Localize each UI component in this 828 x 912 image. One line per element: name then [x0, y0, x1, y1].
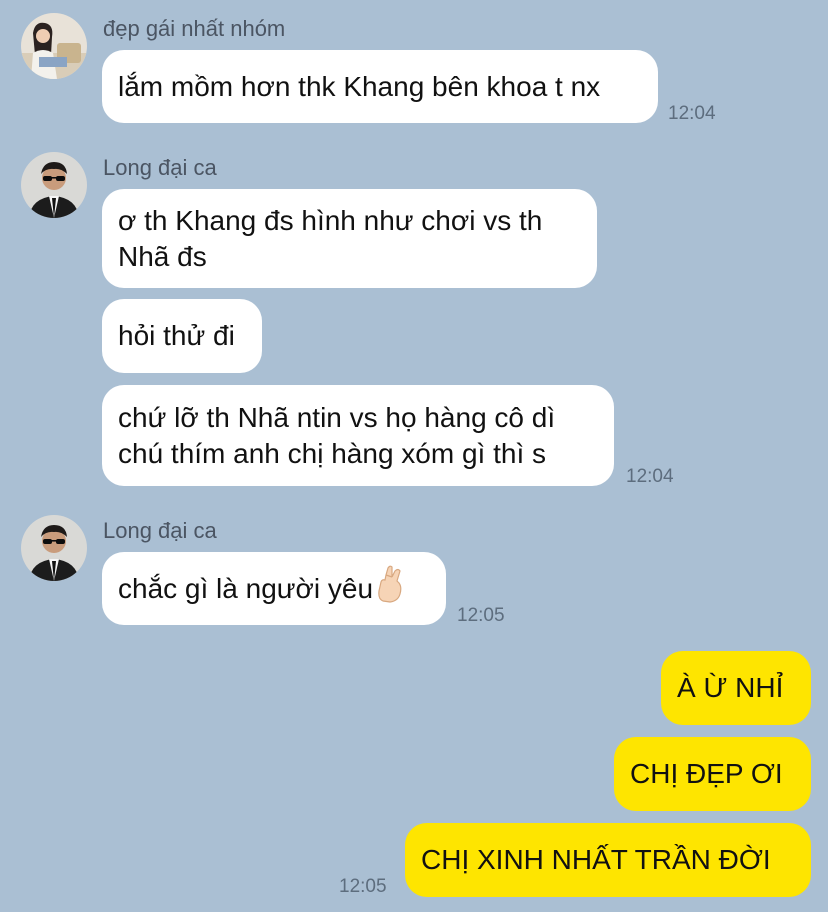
- crossed-fingers-icon: [375, 565, 405, 612]
- sender-name: Long đại ca: [103, 155, 217, 180]
- outgoing-message-bubble[interactable]: À Ừ NHỈ: [661, 651, 811, 725]
- man-sunglasses-avatar-icon: [21, 152, 87, 218]
- message-text: lắm mồm hơn thk Khang bên khoa t nx: [118, 70, 601, 102]
- message-text: chắc gì là người yêu: [118, 572, 374, 604]
- message-timestamp: 12:04: [668, 103, 716, 124]
- outgoing-message-bubble[interactable]: CHỊ XINH NHẤT TRẦN ĐỜI: [405, 823, 811, 897]
- message-timestamp: 12:05: [339, 876, 387, 897]
- sender-avatar-dep-gai[interactable]: [21, 13, 87, 79]
- girl-avatar-icon: [21, 13, 87, 79]
- message-text: CHỊ ĐẸP ƠI: [630, 758, 783, 789]
- message-timestamp: 12:04: [626, 466, 674, 487]
- message-text: À Ừ NHỈ: [677, 672, 784, 703]
- message-text: hỏi thử đi: [118, 320, 235, 351]
- message-timestamp: 12:05: [457, 605, 505, 626]
- message-text: chứ lỡ th Nhã ntin vs họ hàng cô dì chú …: [118, 401, 556, 469]
- outgoing-message-bubble[interactable]: CHỊ ĐẸP ƠI: [614, 737, 811, 811]
- message-text: CHỊ XINH NHẤT TRẦN ĐỜI: [421, 844, 771, 875]
- man-sunglasses-avatar-icon: [21, 515, 87, 581]
- message-bubble[interactable]: chắc gì là người yêu: [102, 552, 446, 625]
- sender-name: đẹp gái nhất nhóm: [103, 16, 286, 41]
- sender-avatar-long[interactable]: [21, 515, 87, 581]
- message-bubble[interactable]: lắm mồm hơn thk Khang bên khoa t nx: [102, 50, 658, 123]
- sender-name: Long đại ca: [103, 518, 217, 543]
- sender-avatar-long[interactable]: [21, 152, 87, 218]
- message-bubble[interactable]: chứ lỡ th Nhã ntin vs họ hàng cô dì chú …: [102, 385, 614, 486]
- message-text: ơ th Khang đs hình như chơi vs th Nhã đs: [118, 204, 543, 272]
- message-bubble[interactable]: ơ th Khang đs hình như chơi vs th Nhã đs: [102, 189, 597, 288]
- message-bubble[interactable]: hỏi thử đi: [102, 299, 262, 373]
